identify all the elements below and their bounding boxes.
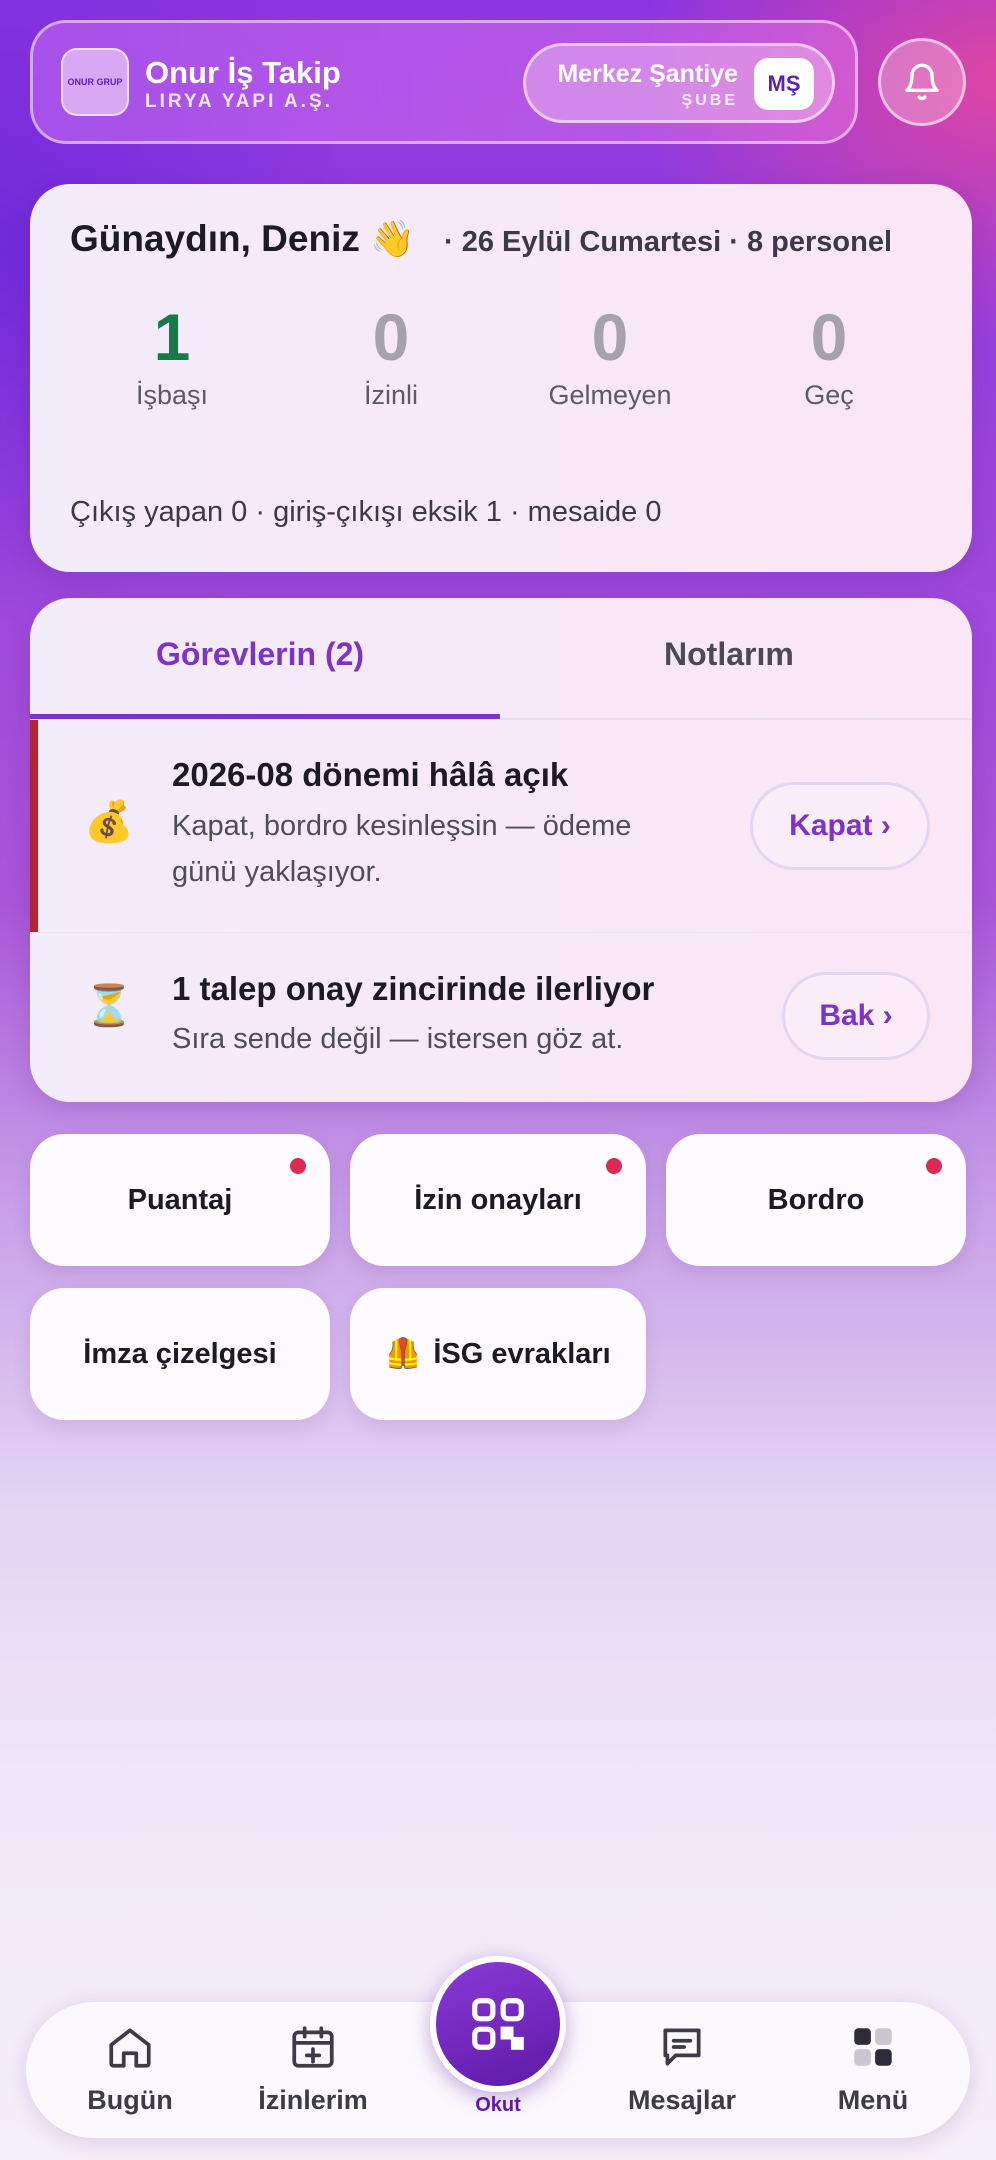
daily-summary-card: Günaydın, Deniz 👋 · 26 Eylül Cumartesi ·… bbox=[30, 184, 972, 572]
money-bag-icon: 💰 bbox=[84, 800, 134, 844]
task-description-line: Kapat, bordro kesinleşsin — ödeme bbox=[172, 810, 632, 842]
qr-scan-icon bbox=[472, 1998, 524, 2050]
nav-my-leaves[interactable]: İzinlerim bbox=[233, 2022, 393, 2116]
stat-value: 0 bbox=[810, 300, 848, 374]
tab-active-indicator bbox=[30, 714, 500, 719]
task-description-line: günü yaklaşıyor. bbox=[172, 856, 382, 888]
shortcut-payroll[interactable]: Bordro bbox=[666, 1134, 966, 1266]
shortcut-leave-approvals[interactable]: İzin onayları bbox=[350, 1134, 646, 1266]
date-and-staff: · 26 Eylül Cumartesi · 8 personel bbox=[444, 226, 893, 258]
shortcut-safety-documents[interactable]: 🦺 İSG evrakları bbox=[350, 1288, 646, 1420]
stat-value: 1 bbox=[153, 300, 191, 374]
greeting-text: Günaydın, Deniz bbox=[70, 218, 360, 259]
message-icon bbox=[663, 2028, 701, 2066]
grid-icon bbox=[854, 2028, 892, 2066]
stat-label: Gelmeyen bbox=[548, 380, 672, 410]
app-name: Onur İş Takip bbox=[145, 55, 341, 90]
stat-value: 0 bbox=[591, 300, 629, 374]
hourglass-icon: ⏳ bbox=[84, 984, 134, 1028]
wave-icon: 👋 bbox=[370, 218, 415, 259]
notifications-button[interactable] bbox=[878, 38, 966, 126]
branch-switcher[interactable]: Merkez Şantiye ŞUBE MŞ bbox=[523, 43, 835, 123]
notification-dot bbox=[606, 1158, 622, 1174]
greeting: Günaydın, Deniz 👋 bbox=[70, 218, 415, 260]
shortcut-attendance[interactable]: Puantaj bbox=[30, 1134, 330, 1266]
nav-label: Bugün bbox=[87, 2085, 173, 2115]
logo-text: ONUR GRUP bbox=[67, 77, 123, 87]
stat-value: 0 bbox=[372, 300, 410, 374]
task-title: 2026-08 dönemi hâlâ açık bbox=[172, 756, 569, 793]
nav-messages[interactable]: Mesajlar bbox=[602, 2022, 762, 2116]
nav-label: Mesajlar bbox=[627, 2085, 737, 2115]
notification-dot bbox=[926, 1158, 942, 1174]
shortcut-label: Puantaj bbox=[127, 1183, 233, 1216]
top-header: ONUR GRUP Onur İş Takip LIRYA YAPI A.Ş. … bbox=[30, 20, 858, 144]
home-icon bbox=[109, 2028, 151, 2068]
nav-label: İzinlerim bbox=[258, 2085, 368, 2115]
branch-name: Merkez Şantiye bbox=[557, 60, 738, 88]
stat-absent[interactable]: 0 Gelmeyen bbox=[510, 304, 710, 411]
shortcut-label: İSG evrakları bbox=[433, 1337, 611, 1370]
stat-on-duty[interactable]: 1 İşbaşı bbox=[72, 304, 272, 411]
urgent-indicator bbox=[30, 720, 38, 932]
nav-label: Menü bbox=[837, 2085, 909, 2115]
shortcut-label: Bordro bbox=[767, 1183, 865, 1216]
task-description: Kapat, bordro kesinleşsin — ödeme günü y… bbox=[172, 803, 631, 895]
close-period-button[interactable]: Kapat › bbox=[750, 782, 930, 870]
scan-button[interactable] bbox=[430, 1956, 566, 2092]
bell-icon bbox=[905, 63, 939, 101]
calendar-plus-icon bbox=[292, 2026, 334, 2068]
summary-footer: Çıkış yapan 0 · giriş-çıkışı eksik 1 · m… bbox=[70, 496, 662, 528]
view-request-button[interactable]: Bak › bbox=[782, 972, 930, 1060]
company-name: LIRYA YAPI A.Ş. bbox=[145, 91, 333, 112]
stat-label: İşbaşı bbox=[135, 380, 209, 410]
task-title: 1 talep onay zincirinde ilerliyor bbox=[172, 970, 655, 1007]
nav-today[interactable]: Bugün bbox=[50, 2022, 210, 2116]
company-logo[interactable]: ONUR GRUP bbox=[61, 48, 129, 116]
safety-vest-icon: 🦺 bbox=[385, 1338, 422, 1370]
branch-sub: ŞUBE bbox=[681, 92, 738, 109]
scan-label: Okut bbox=[475, 2094, 521, 2116]
task-description: Sıra sende değil — istersen göz at. bbox=[172, 1023, 624, 1055]
stat-label: İzinli bbox=[363, 380, 418, 410]
notification-dot bbox=[290, 1158, 306, 1174]
row-divider bbox=[30, 932, 972, 933]
shortcut-label: İmza çizelgesi bbox=[83, 1337, 277, 1370]
shortcut-signature-sheet[interactable]: İmza çizelgesi bbox=[30, 1288, 330, 1420]
stat-label: Geç bbox=[804, 380, 854, 410]
stat-on-leave[interactable]: 0 İzinli bbox=[291, 304, 491, 411]
tasks-card: Görevlerin (2) Notlarım 💰 2026-08 dönemi… bbox=[30, 598, 972, 1102]
branch-badge: MŞ bbox=[754, 58, 814, 110]
stat-late[interactable]: 0 Geç bbox=[729, 304, 929, 411]
tab-tasks[interactable]: Görevlerin (2) bbox=[156, 636, 364, 673]
shortcut-label: İzin onayları bbox=[414, 1183, 582, 1216]
nav-menu[interactable]: Menü bbox=[793, 2022, 953, 2116]
tab-notes[interactable]: Notlarım bbox=[664, 636, 794, 673]
